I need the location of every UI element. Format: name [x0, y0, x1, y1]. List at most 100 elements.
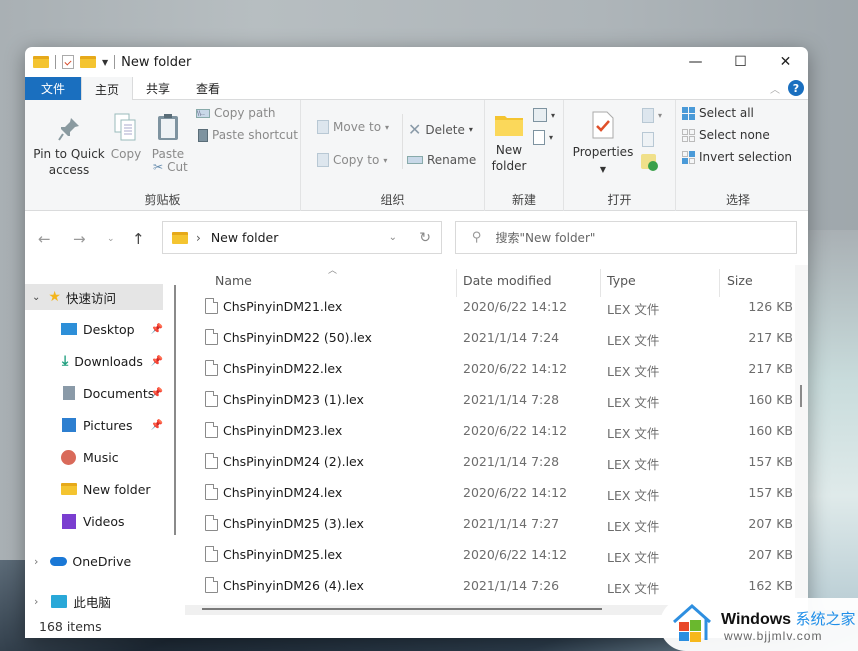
rename-button[interactable]: Rename — [407, 153, 476, 167]
breadcrumb-current[interactable]: New folder — [211, 230, 279, 245]
copy-path-button[interactable]: \\.. Copy path — [196, 106, 276, 120]
dropdown-arrow-icon: ▾ — [385, 122, 390, 132]
sidebar-item-this-pc[interactable]: › 此电脑 — [25, 588, 163, 614]
sidebar-item-onedrive[interactable]: › OneDrive — [25, 548, 163, 574]
tab-home[interactable]: 主页 — [81, 77, 134, 101]
file-type: LEX 文件 — [607, 426, 660, 441]
file-row[interactable]: ChsPinyinDM25.lex 2020/6/22 14:12 LEX 文件 20… — [185, 540, 795, 571]
file-date-modified: 2021/1/14 7:28 — [463, 454, 560, 469]
new-folder-icon[interactable] — [80, 56, 96, 68]
new-folder-button[interactable]: New folder — [491, 112, 527, 174]
search-input[interactable]: 搜索"New folder" — [496, 229, 596, 246]
scissors-icon: ✂ — [153, 160, 164, 174]
file-row[interactable]: ChsPinyinDM25 (3).lex 2021/1/14 7:27 LEX 文… — [185, 509, 795, 540]
sidebar-item-videos[interactable]: Videos — [25, 508, 163, 534]
organize-group-label: 组织 — [380, 193, 405, 207]
file-row[interactable]: ChsPinyinDM21.lex 2020/6/22 14:12 LEX 文件 12… — [185, 292, 795, 323]
file-size: 126 KB — [748, 299, 793, 314]
open-button[interactable]: ▾ — [642, 108, 662, 123]
file-icon — [205, 453, 218, 469]
title-bar: ▼ New folder — ☐ ✕ — [25, 47, 808, 77]
move-to-button[interactable]: Move to ▾ — [317, 120, 389, 134]
close-button[interactable]: ✕ — [763, 47, 808, 77]
column-header-type[interactable]: Type — [607, 273, 636, 288]
refresh-icon[interactable]: ↻ — [419, 230, 431, 246]
file-type: LEX 文件 — [607, 333, 660, 348]
sidebar-item-desktop[interactable]: Desktop 📌 — [25, 316, 163, 342]
search-box[interactable]: ⚲ 搜索"New folder" — [455, 221, 797, 254]
paste-button[interactable]: Paste — [149, 112, 187, 162]
delete-button[interactable]: ✕ Delete ▾ — [408, 120, 473, 139]
chevron-right-icon[interactable]: › — [34, 555, 38, 568]
select-none-button[interactable]: Select none — [682, 128, 770, 142]
file-icon — [205, 484, 218, 500]
vertical-scrollbar-thumb[interactable] — [800, 385, 802, 407]
videos-icon — [62, 513, 76, 529]
copy-icon — [114, 113, 136, 141]
pin-to-quick-access-button[interactable]: Pin to Quick access — [29, 116, 109, 178]
sidebar-item-music[interactable]: Music — [25, 444, 163, 470]
chevron-down-icon[interactable]: ⌄ — [32, 292, 40, 303]
tab-view[interactable]: 查看 — [183, 77, 233, 100]
sidebar-item-quick-access[interactable]: ⌄ ★ 快速访问 — [25, 284, 163, 310]
easy-access-icon — [533, 130, 545, 145]
sidebar-item-documents[interactable]: Documents 📌 — [25, 380, 163, 406]
select-group-label: 选择 — [725, 193, 750, 207]
customize-toolbar-dropdown-icon[interactable]: ▼ — [102, 58, 108, 67]
file-date-modified: 2021/1/14 7:24 — [463, 330, 560, 345]
column-header-name[interactable]: Name — [215, 273, 252, 288]
invert-selection-button[interactable]: Invert selection — [682, 150, 792, 164]
file-date-modified: 2020/6/22 14:12 — [463, 423, 568, 438]
forward-button[interactable]: → — [73, 230, 86, 248]
copy-to-icon — [317, 153, 329, 167]
file-row[interactable]: ChsPinyinDM22.lex 2020/6/22 14:12 LEX 文件 21… — [185, 354, 795, 385]
file-size: 157 KB — [748, 485, 793, 500]
sidebar-item-new-folder[interactable]: New folder — [25, 476, 163, 502]
file-row[interactable]: ChsPinyinDM24 (2).lex 2021/1/14 7:28 LEX 文… — [185, 447, 795, 478]
address-dropdown-icon[interactable]: ⌄ — [389, 232, 397, 243]
breadcrumb-separator[interactable]: › — [196, 231, 201, 245]
file-row[interactable]: ChsPinyinDM23 (1).lex 2021/1/14 7:28 LEX 文… — [185, 385, 795, 416]
collapse-ribbon-icon[interactable]: ︿ — [770, 81, 780, 96]
select-all-button[interactable]: Select all — [682, 106, 754, 120]
tab-file[interactable]: 文件 — [25, 77, 82, 100]
file-row[interactable]: ChsPinyinDM24.lex 2020/6/22 14:12 LEX 文件 15… — [185, 478, 795, 509]
vertical-scrollbar[interactable] — [797, 265, 808, 605]
recent-locations-dropdown[interactable]: ⌄ — [107, 234, 115, 244]
file-row[interactable]: ChsPinyinDM23.lex 2020/6/22 14:12 LEX 文件 16… — [185, 416, 795, 447]
pin-icon[interactable]: 📌 — [151, 324, 163, 335]
history-button[interactable] — [641, 154, 658, 171]
minimize-button[interactable]: — — [673, 47, 718, 77]
maximize-button[interactable]: ☐ — [718, 47, 763, 77]
pin-icon[interactable]: 📌 — [151, 420, 163, 431]
file-name: ChsPinyinDM22.lex — [223, 361, 343, 376]
download-icon: ⤓ — [62, 353, 69, 369]
easy-access-button[interactable]: ▾ — [533, 130, 553, 145]
address-bar[interactable]: › New folder ⌄ ↻ — [162, 221, 442, 254]
chevron-right-icon[interactable]: › — [34, 595, 38, 608]
copy-to-button[interactable]: Copy to ▾ — [317, 153, 387, 167]
pin-icon[interactable]: 📌 — [151, 356, 163, 367]
sidebar-item-downloads[interactable]: ⤓ Downloads 📌 — [25, 348, 163, 374]
pin-icon[interactable]: 📌 — [151, 388, 163, 399]
properties-icon[interactable] — [62, 55, 74, 69]
file-size: 217 KB — [748, 361, 793, 376]
file-row[interactable]: ChsPinyinDM22 (50).lex 2021/1/14 7:24 LEX … — [185, 323, 795, 354]
navigation-pane-scrollbar[interactable] — [174, 285, 176, 535]
copy-button[interactable]: Copy — [109, 112, 143, 162]
column-header-size[interactable]: Size — [727, 273, 753, 288]
help-icon[interactable]: ? — [788, 80, 804, 96]
column-header-date-modified[interactable]: Date modified — [463, 273, 552, 288]
paste-shortcut-button[interactable]: Paste shortcut — [198, 128, 298, 142]
edit-button[interactable] — [642, 132, 654, 147]
back-button[interactable]: ← — [38, 230, 51, 248]
new-item-button[interactable]: ▾ — [533, 108, 555, 122]
ribbon: Pin to Quick access Copy Paste ✂ Cut \\.… — [25, 100, 808, 211]
horizontal-scrollbar-thumb[interactable] — [202, 608, 602, 610]
properties-button[interactable]: Properties ▼ — [572, 110, 634, 178]
file-icon — [205, 515, 218, 531]
cut-button[interactable]: ✂ Cut — [153, 160, 188, 174]
up-button[interactable]: ↑ — [132, 230, 145, 248]
sidebar-item-pictures[interactable]: Pictures 📌 — [25, 412, 163, 438]
tab-share[interactable]: 共享 — [133, 77, 183, 100]
